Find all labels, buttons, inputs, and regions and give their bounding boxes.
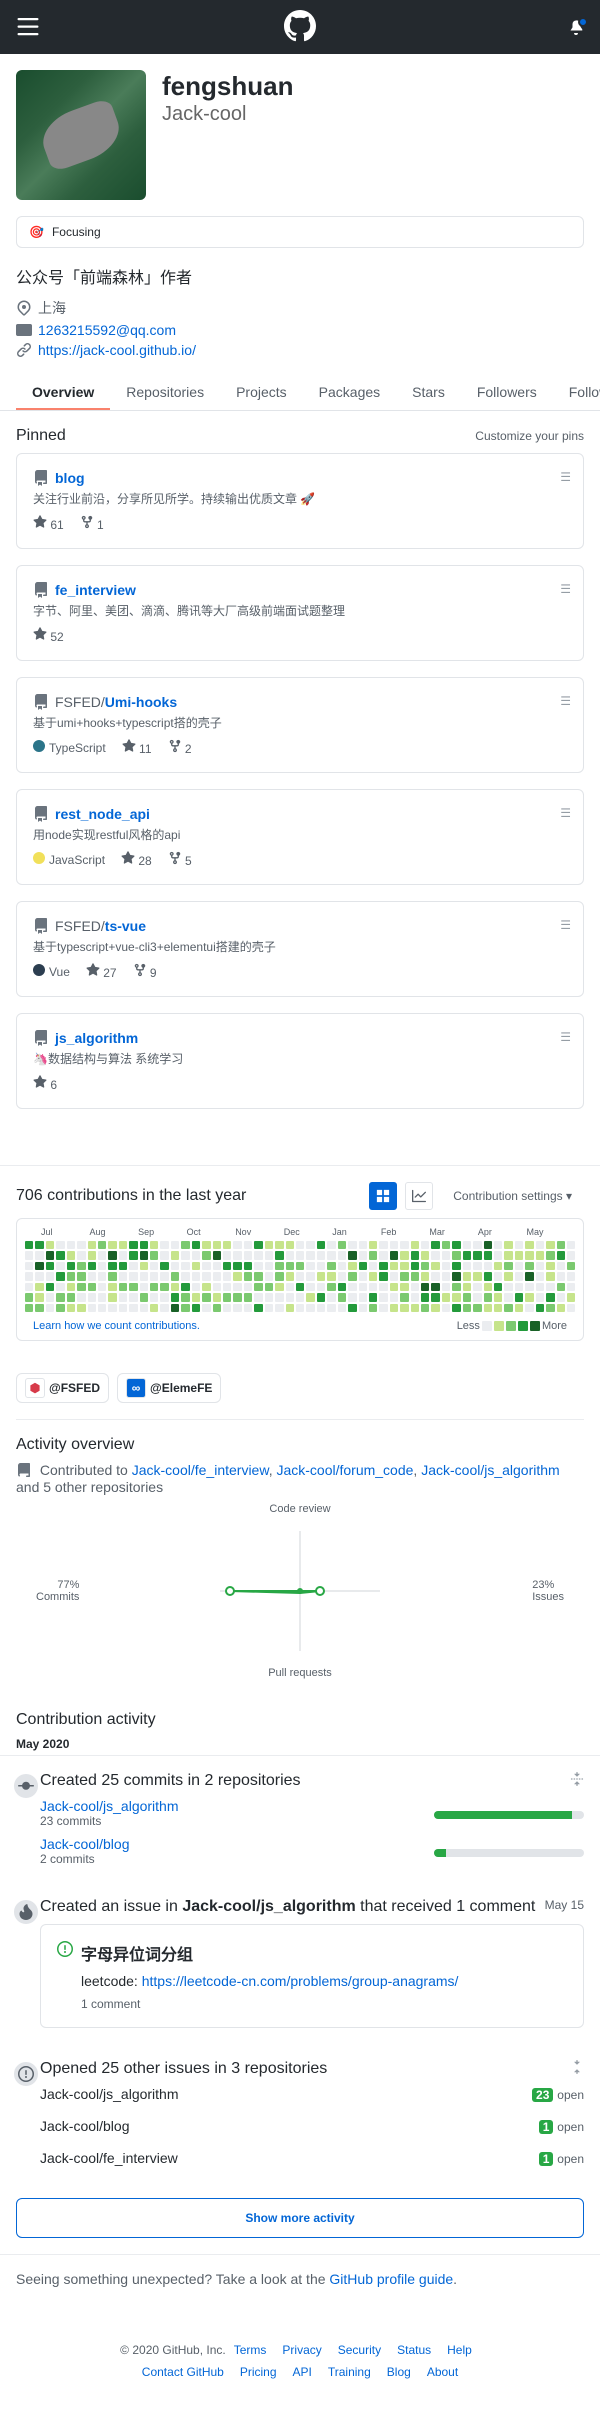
tab-packages[interactable]: Packages [303,376,396,410]
notification-indicator [578,17,588,27]
repo-link[interactable]: Jack-cool/fe_interview [40,2150,178,2166]
grab-icon[interactable]: ☰ [560,694,571,708]
contributions-title: 706 contributions in the last year [16,1187,246,1205]
pinned-title: Pinned [16,427,66,445]
repo-link[interactable]: Jack-cool/blog [40,2118,130,2134]
website: https://jack-cool.github.io/ [16,340,584,360]
repo-link[interactable]: Jack-cool/blog [40,1836,130,1852]
avatar[interactable] [16,70,146,200]
github-logo[interactable] [284,10,316,45]
activity-radar [160,1521,440,1661]
grab-icon[interactable]: ☰ [560,918,571,932]
issue-opened-icon [12,2060,40,2088]
profile-name: fengshuan [162,70,293,103]
customize-pins[interactable]: Customize your pins [475,429,584,443]
footer-link[interactable]: Pricing [240,2365,277,2379]
learn-link[interactable]: Learn how we count contributions. [33,1320,200,1332]
show-more-button[interactable]: Show more activity [16,2198,584,2238]
issue-title-link[interactable]: 字母异位词分组 [81,1941,193,1965]
contributed-to: Contributed to Jack-cool/fe_interview, J… [16,1462,584,1495]
menu-icon[interactable] [16,15,40,39]
status-emoji: 🎯 [29,225,44,239]
pin-card: ☰ FSFED/Umi-hooks 基于umi+hooks+typescript… [16,677,584,773]
footer-link[interactable]: Blog [387,2365,411,2379]
status-text: Focusing [52,225,101,239]
footer-link[interactable]: Terms [234,2343,267,2357]
pin-card: ☰ js_algorithm 🦄数据结构与算法 系统学习 6 [16,1013,584,1109]
tab-overview[interactable]: Overview [16,376,110,410]
activity-overview-title: Activity overview [16,1436,584,1454]
profile-username: Jack-cool [162,103,293,126]
tab-following[interactable]: Following [553,376,600,410]
link-icon [16,342,32,358]
pin-card: ☰ FSFED/ts-vue 基于typescript+vue-cli3+ele… [16,901,584,997]
website-link[interactable]: https://jack-cool.github.io/ [38,342,196,358]
chart-view-button[interactable] [405,1182,433,1210]
pin-link[interactable]: rest_node_api [55,806,150,822]
contribution-activity-title: Contribution activity [0,1711,600,1729]
issue-body-link[interactable]: https://leetcode-cn.com/problems/group-a… [142,1973,459,1989]
fold-icon[interactable] [570,1772,584,1786]
footer-link[interactable]: About [427,2365,458,2379]
pin-link[interactable]: FSFED/ts-vue [55,918,146,934]
contrib-repo-link[interactable]: Jack-cool/fe_interview [132,1462,269,1478]
month-label: May 2020 [0,1737,600,1756]
contribution-graph[interactable] [25,1237,575,1316]
contrib-repo-link[interactable]: Jack-cool/forum_code [276,1462,413,1478]
footer-link[interactable]: API [293,2365,312,2379]
tab-stars[interactable]: Stars [396,376,461,410]
org-badge[interactable]: ∞@ElemeFE [117,1373,221,1403]
pin-link[interactable]: fe_interview [55,582,136,598]
issue-open-icon [57,1941,73,1957]
flame-icon [12,1898,40,1926]
status-box[interactable]: 🎯 Focusing [16,216,584,248]
pin-link[interactable]: js_algorithm [55,1030,138,1046]
profile-guide-link[interactable]: GitHub profile guide [329,2271,453,2287]
email-link[interactable]: 1263215592@qq.com [38,322,176,338]
mail-icon [16,322,32,338]
tab-followers[interactable]: Followers [461,376,553,410]
email: 1263215592@qq.com [16,320,584,340]
tab-repositories[interactable]: Repositories [110,376,220,410]
org-badge[interactable]: ⬢@FSFED [16,1373,109,1403]
footer-link[interactable]: Training [328,2365,371,2379]
grab-icon[interactable]: ☰ [560,1030,571,1044]
repo-link[interactable]: Jack-cool/js_algorithm [40,2086,179,2102]
commit-icon [12,1772,40,1800]
grab-icon[interactable]: ☰ [560,806,571,820]
repo-link[interactable]: Jack-cool/js_algorithm [40,1798,179,1814]
footer-link[interactable]: Contact GitHub [142,2365,224,2379]
footer-link[interactable]: Status [397,2343,431,2357]
grab-icon[interactable]: ☰ [560,582,571,596]
bio: 公众号「前端森林」作者 [0,264,600,296]
pin-card: ☰ blog 关注行业前沿，分享所见所学。持续输出优质文章 🚀 61 1 [16,453,584,549]
fold-icon[interactable] [570,2060,584,2074]
footer-link[interactable]: Privacy [282,2343,321,2357]
contribution-settings[interactable]: Contribution settings ▾ [441,1186,584,1206]
contrib-repo-link[interactable]: Jack-cool/js_algorithm [421,1462,560,1478]
profile-tabs: OverviewRepositoriesProjectsPackagesStar… [0,376,600,411]
grab-icon[interactable]: ☰ [560,470,571,484]
grid-view-button[interactable] [369,1182,397,1210]
footer-link[interactable]: Help [447,2343,472,2357]
pin-link[interactable]: FSFED/Umi-hooks [55,694,177,710]
pin-card: ☰ rest_node_api 用node实现restful风格的api Jav… [16,789,584,885]
location: 上海 [16,296,584,320]
tab-projects[interactable]: Projects [220,376,303,410]
pin-link[interactable]: blog [55,470,85,486]
notifications-icon[interactable] [568,19,584,35]
pin-card: ☰ fe_interview 字节、阿里、美团、滴滴、腾讯等大厂高级前端面试题整… [16,565,584,661]
footer-link[interactable]: Security [338,2343,381,2357]
location-icon [16,300,32,316]
